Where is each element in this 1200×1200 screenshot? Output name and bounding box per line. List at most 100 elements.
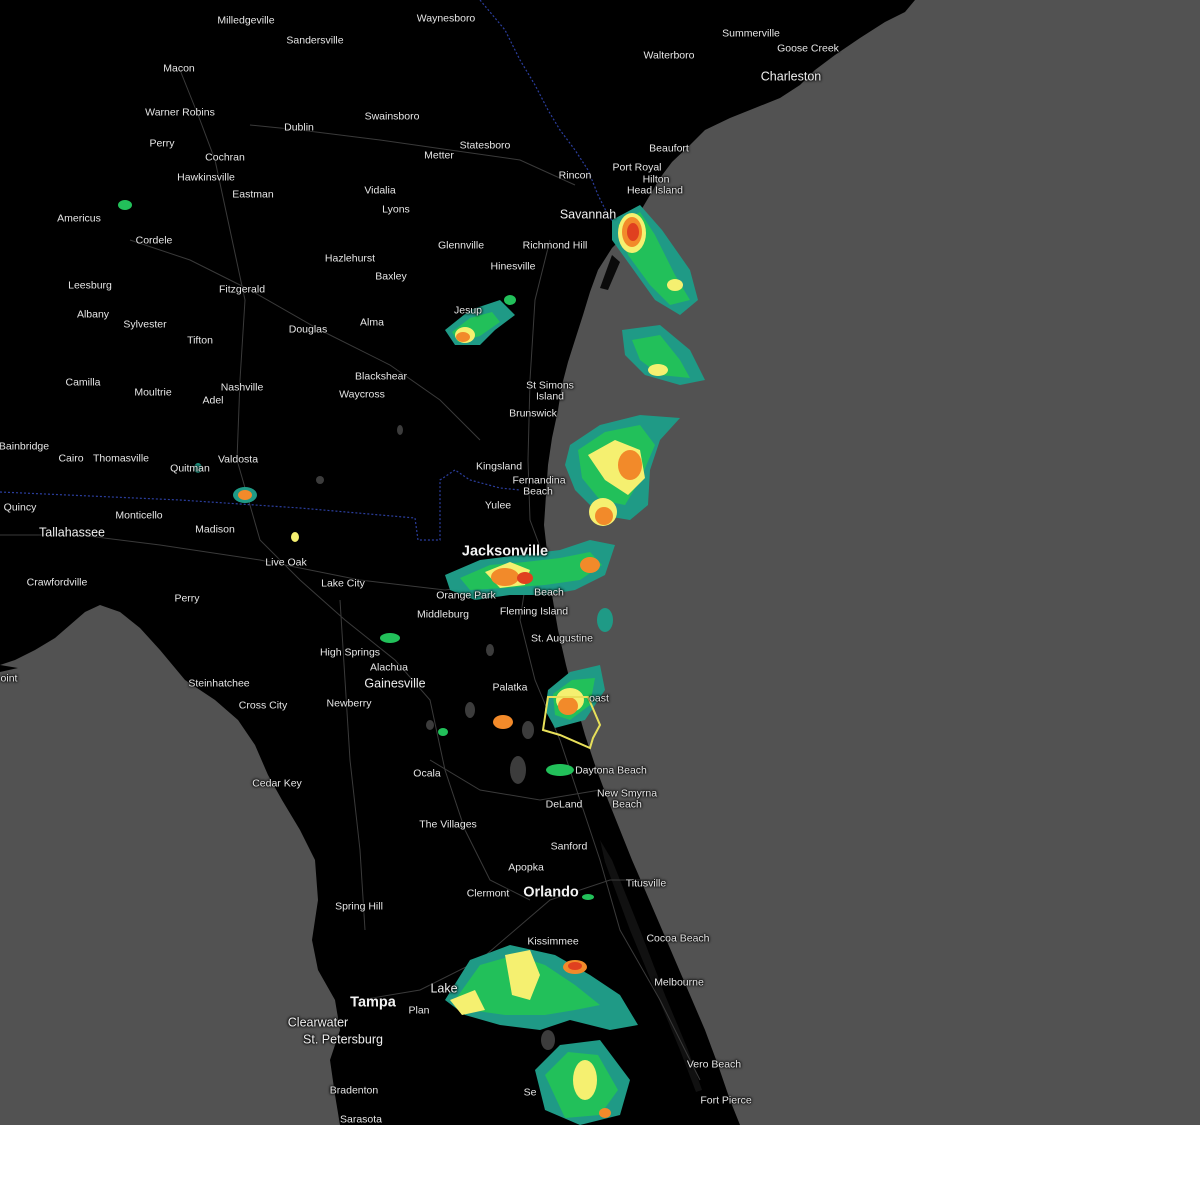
city-label: Sylvester xyxy=(123,318,167,331)
city-label: Beach xyxy=(534,586,564,599)
city-label: Sarasota xyxy=(339,1113,383,1125)
city-label: Gainesville xyxy=(364,676,426,691)
city-label: Jesup xyxy=(453,304,483,317)
city-label: Newberry xyxy=(326,697,372,710)
city-label: Milledgeville xyxy=(217,14,275,27)
city-label: Hawkinsville xyxy=(177,171,235,184)
city-label: Melbourne xyxy=(654,976,704,989)
city-label: Ocala xyxy=(413,767,441,780)
city-label: Metter xyxy=(424,149,454,162)
city-label: Savannah xyxy=(559,207,617,222)
city-label: Steinhatchee xyxy=(188,677,250,690)
city-label: Summerville xyxy=(722,27,780,40)
city-label: Fort Pierce xyxy=(700,1094,752,1107)
city-label: Quitman xyxy=(170,462,210,475)
city-label: Glennville xyxy=(437,239,485,252)
city-label: oint xyxy=(0,672,18,685)
city-label: Baxley xyxy=(375,270,407,283)
city-label: Cochran xyxy=(205,151,245,164)
city-label: Statesboro xyxy=(459,139,511,152)
city-label: Nashville xyxy=(220,381,264,394)
city-label: Orange Park xyxy=(436,589,496,602)
city-label: Middleburg xyxy=(417,608,469,621)
city-label: Adel xyxy=(202,394,224,407)
city-label: Goose Creek xyxy=(777,42,839,55)
city-label: Hinesville xyxy=(490,260,536,273)
city-label: Palatka xyxy=(492,681,528,694)
city-label: Richmond Hill xyxy=(522,239,588,252)
city-label: Fleming Island xyxy=(499,605,569,618)
city-label: Vidalia xyxy=(364,184,396,197)
city-label: Clearwater xyxy=(287,1015,349,1030)
city-label: Beach xyxy=(523,485,553,498)
city-label: Leesburg xyxy=(68,279,112,292)
city-label: Warner Robins xyxy=(145,106,215,119)
city-label: Hazlehurst xyxy=(324,252,376,265)
city-label: Albany xyxy=(76,308,110,321)
city-label: Tallahassee xyxy=(38,525,106,540)
city-label: Swainsboro xyxy=(364,110,420,123)
city-label: Waycross xyxy=(339,388,385,401)
city-label: Clermont xyxy=(466,887,510,900)
city-label: Beach xyxy=(612,798,642,811)
city-label: Head Island xyxy=(626,184,684,197)
city-label: Monticello xyxy=(115,509,163,522)
city-label: Cocoa Beach xyxy=(646,932,710,945)
city-label: Moultrie xyxy=(134,386,172,399)
city-label: Perry xyxy=(174,592,200,605)
city-label: Eastman xyxy=(232,188,274,201)
city-label: Quincy xyxy=(3,501,37,514)
city-label: Thomasville xyxy=(92,452,150,465)
city-label: Fitzgerald xyxy=(218,283,266,296)
city-label: Brunswick xyxy=(509,407,557,420)
city-label: Douglas xyxy=(288,323,328,336)
city-label: Daytona Beach xyxy=(575,764,647,777)
city-label: Plan xyxy=(408,1004,430,1017)
city-label: Blackshear xyxy=(355,370,407,383)
city-label: Apopka xyxy=(508,861,544,874)
city-label: Perry xyxy=(149,137,175,150)
city-label: Lyons xyxy=(382,203,410,216)
city-label: Beaufort xyxy=(649,142,689,155)
city-label: Dublin xyxy=(284,121,314,134)
city-label: Tampa xyxy=(350,994,396,1011)
city-label: The Villages xyxy=(419,818,477,831)
city-label: Kingsland xyxy=(475,460,523,473)
city-label: Lake City xyxy=(321,577,365,590)
city-label: Macon xyxy=(163,62,195,75)
city-label: Cordele xyxy=(135,234,173,247)
city-label: Waynesboro xyxy=(416,12,476,25)
city-label: Yulee xyxy=(484,499,512,512)
city-label: Americus xyxy=(57,212,101,225)
city-label: Bradenton xyxy=(329,1084,379,1097)
city-label: Tifton xyxy=(187,334,213,347)
map-canvas[interactable] xyxy=(0,0,1200,1125)
city-label: Spring Hill xyxy=(335,900,383,913)
city-label: Cedar Key xyxy=(252,777,302,790)
bottom-blank-area xyxy=(0,1125,1200,1200)
city-label: Island xyxy=(535,390,565,403)
city-label: Bainbridge xyxy=(0,440,50,453)
weather-radar-map[interactable]: Milledgeville Waynesboro Sandersville Su… xyxy=(0,0,1200,1125)
city-label: DeLand xyxy=(545,798,583,811)
city-label: Port Royal xyxy=(612,161,662,174)
city-label: Orlando xyxy=(523,884,579,901)
city-label: Cairo xyxy=(58,452,84,465)
city-label: Kissimmee xyxy=(527,935,579,948)
city-label: Live Oak xyxy=(265,556,307,569)
city-label: Vero Beach xyxy=(686,1058,742,1071)
city-label: Valdosta xyxy=(217,453,259,466)
city-label: Cross City xyxy=(238,699,288,712)
city-label: Crawfordville xyxy=(26,576,88,589)
city-label: Alachua xyxy=(370,661,408,674)
city-label: Camilla xyxy=(65,376,101,389)
city-label: St. Augustine xyxy=(531,632,593,645)
city-label: Alma xyxy=(360,316,384,329)
city-label: St. Petersburg xyxy=(303,1032,383,1047)
city-label: Walterboro xyxy=(643,49,695,62)
city-label: Sandersville xyxy=(286,34,344,47)
city-label: Sanford xyxy=(550,840,588,853)
city-label: High Springs xyxy=(319,646,381,659)
city-label: oast xyxy=(589,692,609,705)
city-label: Rincon xyxy=(558,169,592,182)
